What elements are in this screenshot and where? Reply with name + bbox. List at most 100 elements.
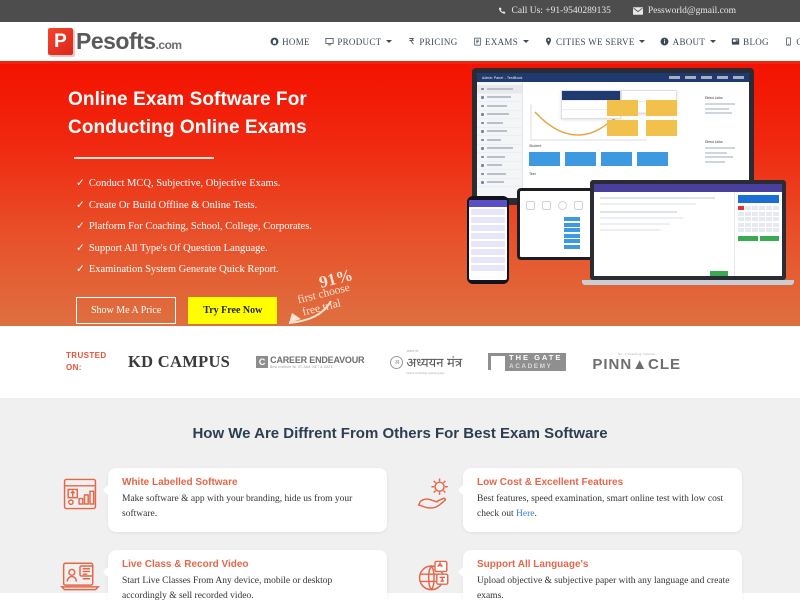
feature-card: White Labelled Software Make software & … xyxy=(58,468,387,533)
laptop-mockup xyxy=(582,180,794,285)
feature-title: Support All Language's xyxy=(477,559,589,571)
gate-academy-mark-icon xyxy=(488,353,505,371)
feature-desc-text: Best features, speed examination, smart … xyxy=(477,494,724,519)
mockup-window-title: Admin Panel - TestBook xyxy=(482,75,523,80)
show-me-a-price-button[interactable]: Show Me A Price xyxy=(76,296,177,324)
logo-career-endeavour: C CAREER ENDEAVOUR Best Institute for II… xyxy=(256,355,365,369)
chevron-down-icon xyxy=(522,40,529,43)
here-link[interactable]: Here xyxy=(516,509,534,519)
mockup-sidebar xyxy=(477,82,523,198)
feature-desc: Make software & app with your branding, … xyxy=(122,492,375,521)
features-section: How We Are Diffrent From Others For Best… xyxy=(0,398,800,600)
logo-name: Pesofts xyxy=(76,28,156,54)
try-free-now-button[interactable]: Try Free Now xyxy=(188,296,278,324)
mockup-window-titlebar: Admin Panel - TestBook xyxy=(477,73,749,82)
nav-item-about[interactable]: ABOUT xyxy=(660,37,716,47)
map-pin-icon xyxy=(544,37,553,46)
hero-cta-group: Show Me A Price Try Free Now xyxy=(76,296,418,324)
hero-bullet: ✓ Platform For Coaching, School, College,… xyxy=(76,216,418,238)
hero-bullet: ✓ Support All Type's Of Question Language… xyxy=(76,238,418,260)
email-contact[interactable]: Pessworld@gmail.com xyxy=(632,6,736,16)
nav-label: CITIES WE SERVE xyxy=(556,36,635,47)
mockup-section-label: Student xyxy=(529,144,542,148)
feature-desc-text: Make software & app with your branding, … xyxy=(122,494,353,519)
career-endeavour-name: CAREER ENDEAVOUR xyxy=(270,355,365,365)
section-heading: How We Are Diffrent From Others For Best… xyxy=(192,425,608,442)
feature-desc: Best features, speed examination, smart … xyxy=(477,492,730,521)
mockup-stat-card xyxy=(646,120,677,136)
feature-desc-text: Start Live Classes From Any device, mobi… xyxy=(122,576,333,600)
mockup-action-card xyxy=(601,152,632,166)
chevron-down-icon xyxy=(709,40,716,43)
hero-bullet-text: Conduct MCQ, Subjective, Objective Exams… xyxy=(88,178,281,190)
hero-bullet: ✓ Create Or Build Offline & Online Tests. xyxy=(76,195,418,217)
mockup-stat-card xyxy=(646,100,677,116)
mockup-links-title: Direct Links xyxy=(705,140,723,144)
career-endeavour-mark-icon: C xyxy=(256,356,269,368)
hero-bullet: ✓ Conduct MCQ, Subjective, Objective Exam… xyxy=(76,173,418,195)
hero-device-mockup: Admin Panel - TestBook Student Test Dire… xyxy=(462,68,794,318)
trusted-label-line1: TRUSTED xyxy=(66,351,107,360)
hero-title: Online Exam Software For Conducting Onli… xyxy=(68,89,307,138)
feature-title: Live Class & Record Video xyxy=(122,559,249,571)
trusted-by-section: TRUSTED ON: KD CAMPUS C CAREER ENDEAVOUR… xyxy=(0,326,800,398)
exam-app-header xyxy=(594,184,782,192)
feature-title: White Labelled Software xyxy=(122,477,238,488)
logo-the-gate-academy: THE GATE ACADEMY xyxy=(488,353,567,371)
nav-label: ABOUT xyxy=(672,36,706,47)
hero-bullet-text: Examination System Generate Quick Report… xyxy=(88,264,279,276)
trusted-label: TRUSTED ON: xyxy=(66,350,112,374)
feature-desc-text: Upload objective & subjective paper with… xyxy=(477,576,730,600)
check-icon: ✓ xyxy=(76,264,85,276)
gate-academy-line2: ACADEMY xyxy=(509,362,553,370)
chevron-down-icon xyxy=(639,40,646,43)
mockup-direct-links: Direct Links xyxy=(705,140,745,165)
nav-item-blog[interactable]: BLOG xyxy=(731,37,769,47)
nav-item-product[interactable]: PRODUCT xyxy=(325,37,392,47)
mockup-topnav xyxy=(669,76,744,79)
logo-wordmark: Pesofts.com xyxy=(76,30,182,53)
feature-desc: Start Live Classes From Any device, mobi… xyxy=(122,574,375,600)
landing-page: Call Us: +91-9540289135 Pessworld@gmail.… xyxy=(0,0,800,600)
info-circle-icon xyxy=(660,37,669,46)
check-icon: ✓ xyxy=(76,221,85,233)
nav-item-cities-we-serve[interactable]: CITIES WE SERVE xyxy=(544,37,646,47)
feature-card: Support All Language's Upload objective … xyxy=(413,550,742,600)
laptop-base xyxy=(582,280,794,285)
mockup-action-card xyxy=(637,152,668,166)
phone-mockup xyxy=(467,196,509,284)
site-logo[interactable]: P Pesofts.com xyxy=(48,28,182,55)
hero-copy: Online Exam Software For Conducting Onli… xyxy=(68,86,418,324)
nav-item-contact[interactable]: CONTACT xyxy=(784,37,800,47)
mockup-direct-links: Direct Links xyxy=(705,96,745,117)
logo-tld: .com xyxy=(155,38,183,52)
adhyayan-mantra-name: अध्ययन मंत्र xyxy=(406,355,462,370)
nav-item-exams[interactable]: EXAMS xyxy=(473,37,529,47)
mockup-links-title: Direct Links xyxy=(705,96,723,100)
nav-item-home[interactable]: HOME xyxy=(270,37,310,47)
mockup-stat-card xyxy=(607,120,638,136)
mockup-action-card xyxy=(565,152,596,166)
nav-label: CONTACT xyxy=(796,36,800,47)
phone-contact[interactable]: Call Us: +91-9540289135 xyxy=(498,6,611,16)
gate-academy-line1: THE GATE xyxy=(509,353,563,363)
mobile-icon xyxy=(784,37,793,46)
adhyayan-mantra-mark-icon: अ xyxy=(390,355,404,369)
nav-item-pricing[interactable]: PRICING xyxy=(407,37,458,47)
nav-label: BLOG xyxy=(743,36,769,47)
hero-bullet-text: Support All Type's Of Question Language. xyxy=(88,242,268,254)
monitor-icon xyxy=(325,37,334,46)
mockup-action-card xyxy=(529,152,560,166)
hero-feature-list: ✓ Conduct MCQ, Subjective, Objective Exam… xyxy=(76,173,418,281)
phone-icon xyxy=(498,7,507,16)
hand-gear-icon xyxy=(413,472,457,516)
main-navigation: HOME PRODUCT PRICING EXAMS CITIES WE SER… xyxy=(270,37,800,47)
partner-logos: KD CAMPUS C CAREER ENDEAVOUR Best Instit… xyxy=(128,349,681,375)
phone-text: Call Us: +91-9540289135 xyxy=(511,6,611,16)
mockup-stat-card xyxy=(607,100,638,116)
logo-mark-letter: P xyxy=(54,31,67,52)
hero-bullet: ✓ Examination System Generate Quick Repor… xyxy=(76,259,418,281)
nav-label: EXAMS xyxy=(485,36,519,47)
check-icon: ✓ xyxy=(76,178,85,190)
logo-kd-campus: KD CAMPUS xyxy=(128,352,231,371)
